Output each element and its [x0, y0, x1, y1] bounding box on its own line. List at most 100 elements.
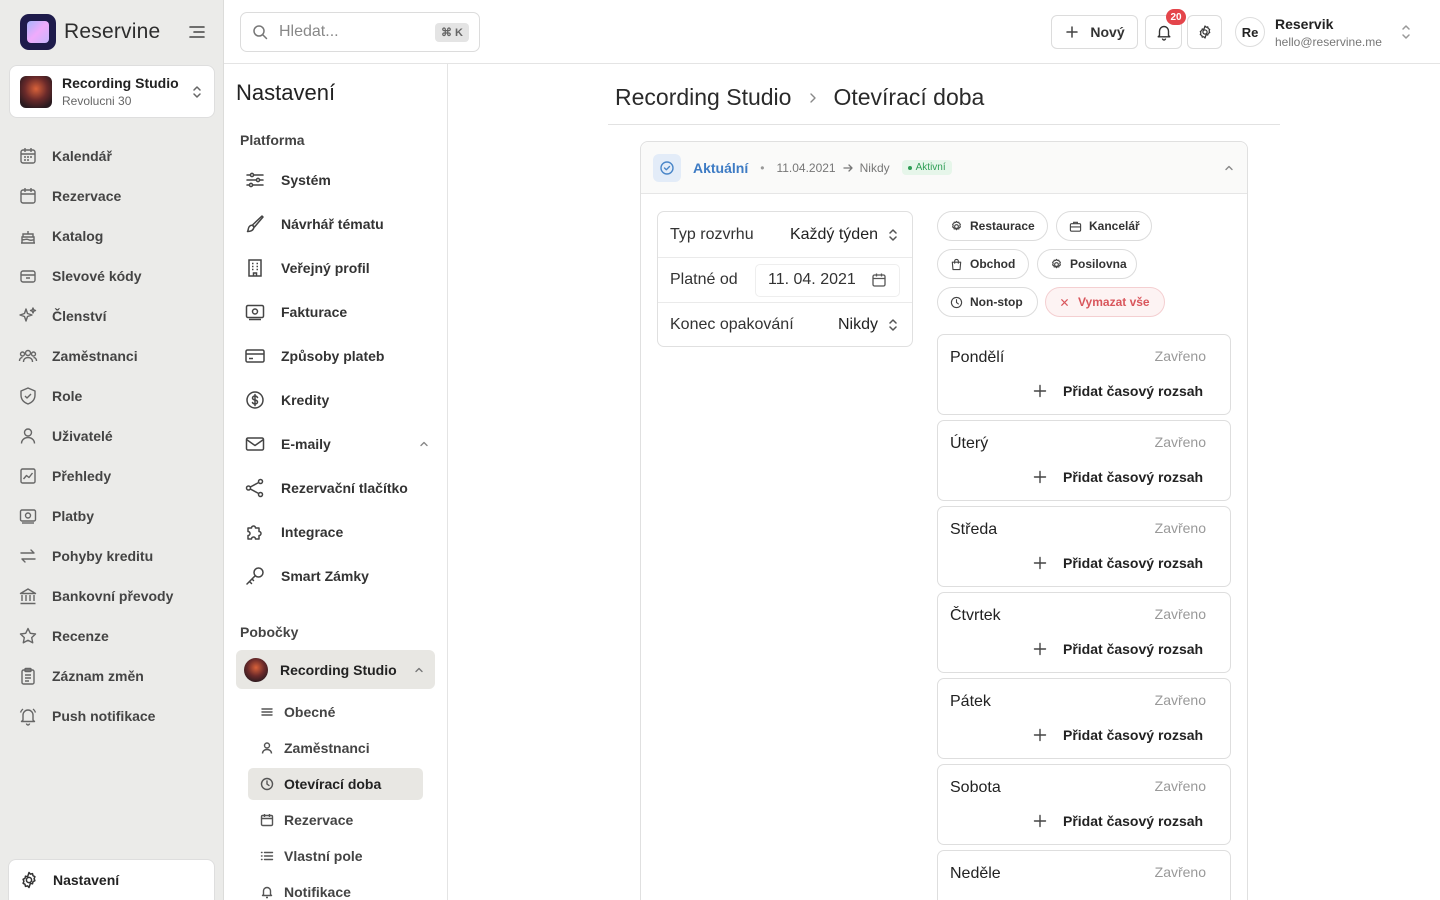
nav-item-prehledy[interactable]: Přehledy — [8, 456, 216, 496]
schedule-card-header[interactable]: Aktuální • 11.04.2021 Nikdy Aktivní — [641, 142, 1247, 194]
brand[interactable]: Reservine — [20, 14, 210, 50]
day-name: Sobota — [950, 779, 1001, 796]
day-name: Úterý — [950, 435, 989, 452]
schedule-type-select[interactable]: Každý týden — [790, 226, 900, 244]
dollar-circle-icon — [244, 389, 266, 411]
settings-item-theme-designer[interactable]: Návrhář tématu — [240, 206, 436, 242]
day-status: Zavřeno — [1154, 348, 1206, 364]
add-time-range-button[interactable]: Přidat časový rozsah — [1033, 641, 1203, 657]
nav-item-nastaveni[interactable]: Nastavení — [8, 859, 215, 900]
valid-from-date-input[interactable]: 11. 04. 2021 — [755, 263, 900, 297]
settings-item-label: Rezervační tlačítko — [281, 480, 408, 496]
preset-restaurant-button[interactable]: Restaurace — [937, 211, 1048, 241]
day-status: Zavřeno — [1154, 864, 1206, 880]
brand-name: Reservine — [64, 20, 161, 43]
branch-sub-opening-hours[interactable]: Otevírací doba — [248, 768, 423, 800]
plus-icon — [1033, 814, 1047, 828]
branch-sub-general[interactable]: Obecné — [248, 696, 423, 728]
add-time-range-button[interactable]: Přidat časový rozsah — [1033, 813, 1203, 829]
studio-switcher[interactable]: Recording Studio Revolucni 30 — [9, 65, 215, 118]
avatar[interactable]: Re — [1235, 17, 1265, 47]
settings-item-public-profile[interactable]: Veřejný profil — [240, 250, 436, 286]
branch-sub-reservations[interactable]: Rezervace — [248, 804, 423, 836]
section-label-platform: Platforma — [240, 132, 305, 148]
nav-item-clenstvi[interactable]: Členství — [8, 296, 216, 336]
clock-icon — [950, 296, 963, 309]
sub-item-label: Obecné — [284, 704, 336, 720]
settings-button[interactable] — [1187, 15, 1222, 49]
preset-shop-button[interactable]: Obchod — [937, 249, 1029, 279]
search-input[interactable] — [279, 23, 429, 41]
period-from: 11.04.2021 — [776, 160, 836, 175]
branch-sub-staff[interactable]: Zaměstnanci — [248, 732, 423, 764]
settings-title: Nastavení — [236, 80, 336, 105]
gear-icon — [19, 870, 39, 890]
credit-card-icon — [244, 345, 266, 367]
main-nav: Kalendář Rezervace Katalog Slevové kódy … — [8, 136, 216, 736]
nav-label: Platby — [52, 508, 95, 524]
star-icon — [18, 626, 38, 646]
chevron-up-down-icon — [190, 85, 204, 99]
day-name: Pondělí — [950, 349, 1005, 366]
add-time-range-button[interactable]: Přidat časový rozsah — [1033, 383, 1203, 399]
nav-item-katalog[interactable]: Katalog — [8, 216, 216, 256]
arrow-right-icon — [842, 162, 854, 174]
menu-collapse-icon[interactable] — [187, 22, 207, 42]
branch-sub-notifications[interactable]: Notifikace — [248, 876, 423, 900]
nav-item-push-notifikace[interactable]: Push notifikace — [8, 696, 216, 736]
main-content: Recording Studio Otevírací doba Aktuální… — [448, 64, 1440, 900]
chevron-right-icon — [805, 90, 821, 106]
shield-icon — [18, 386, 38, 406]
new-button[interactable]: Nový — [1051, 15, 1138, 49]
preset-nonstop-button[interactable]: Non-stop — [937, 287, 1038, 317]
breadcrumb-studio[interactable]: Recording Studio — [615, 84, 791, 111]
arrows-icon — [18, 546, 38, 566]
chevron-up-icon — [418, 438, 430, 450]
day-status: Zavřeno — [1154, 434, 1206, 450]
chevron-up-down-icon[interactable] — [1398, 22, 1414, 42]
preset-office-button[interactable]: Kancelář — [1056, 211, 1152, 241]
settings-item-system[interactable]: Systém — [240, 162, 436, 198]
sub-item-label: Otevírací doba — [284, 776, 382, 792]
branch-item-recording-studio[interactable]: Recording Studio — [236, 650, 435, 689]
preset-gym-button[interactable]: Posilovna — [1037, 249, 1137, 279]
notification-badge: 20 — [1166, 9, 1186, 25]
nav-item-bankovni-prevody[interactable]: Bankovní převody — [8, 576, 216, 616]
day-card-friday: Pátek Zavřeno Přidat časový rozsah — [937, 678, 1231, 759]
add-time-range-button[interactable]: Přidat časový rozsah — [1033, 727, 1203, 743]
chevron-up-icon[interactable] — [1223, 162, 1235, 174]
settings-item-invoicing[interactable]: Fakturace — [240, 294, 436, 330]
clear-all-button[interactable]: Vymazat vše — [1045, 287, 1165, 317]
nav-item-uzivatele[interactable]: Uživatelé — [8, 416, 216, 456]
user-name[interactable]: Reservik — [1275, 16, 1333, 32]
banknote-icon — [18, 506, 38, 526]
studio-avatar — [20, 75, 52, 108]
branch-sub-custom-fields[interactable]: Vlastní pole — [248, 840, 423, 872]
settings-item-payment-methods[interactable]: Způsoby plateb — [240, 338, 436, 374]
search-box[interactable]: ⌘ K — [240, 12, 480, 52]
settings-item-booking-button[interactable]: Rezervační tlačítko — [240, 470, 436, 506]
nav-item-recenze[interactable]: Recenze — [8, 616, 216, 656]
nav-item-zamestnanci[interactable]: Zaměstnanci — [8, 336, 216, 376]
add-time-range-button[interactable]: Přidat časový rozsah — [1033, 469, 1203, 485]
nav-item-platby[interactable]: Platby — [8, 496, 216, 536]
schedule-type-value: Každý týden — [789, 225, 878, 243]
day-name: Středa — [950, 521, 998, 538]
nav-item-slevove-kody[interactable]: Slevové kódy — [8, 256, 216, 296]
add-time-range-button[interactable]: Přidat časový rozsah — [1033, 555, 1203, 571]
nav-item-role[interactable]: Role — [8, 376, 216, 416]
brush-icon — [244, 213, 266, 235]
settings-item-integrations[interactable]: Integrace — [240, 514, 436, 550]
settings-item-credits[interactable]: Kredity — [240, 382, 436, 418]
chevron-up-icon — [413, 664, 425, 676]
nav-item-pohyby-kreditu[interactable]: Pohyby kreditu — [8, 536, 216, 576]
plus-icon — [1033, 470, 1047, 484]
settings-item-emails[interactable]: E-maily — [240, 426, 436, 462]
chip-label: Posilovna — [1070, 257, 1127, 271]
nav-item-kalendar[interactable]: Kalendář — [8, 136, 216, 176]
invoice-icon — [244, 301, 266, 323]
nav-item-zaznam-zmen[interactable]: Záznam změn — [8, 656, 216, 696]
settings-item-smart-locks[interactable]: Smart Zámky — [240, 558, 436, 594]
repeat-end-select[interactable]: Nikdy — [838, 316, 900, 334]
nav-item-rezervace[interactable]: Rezervace — [8, 176, 216, 216]
